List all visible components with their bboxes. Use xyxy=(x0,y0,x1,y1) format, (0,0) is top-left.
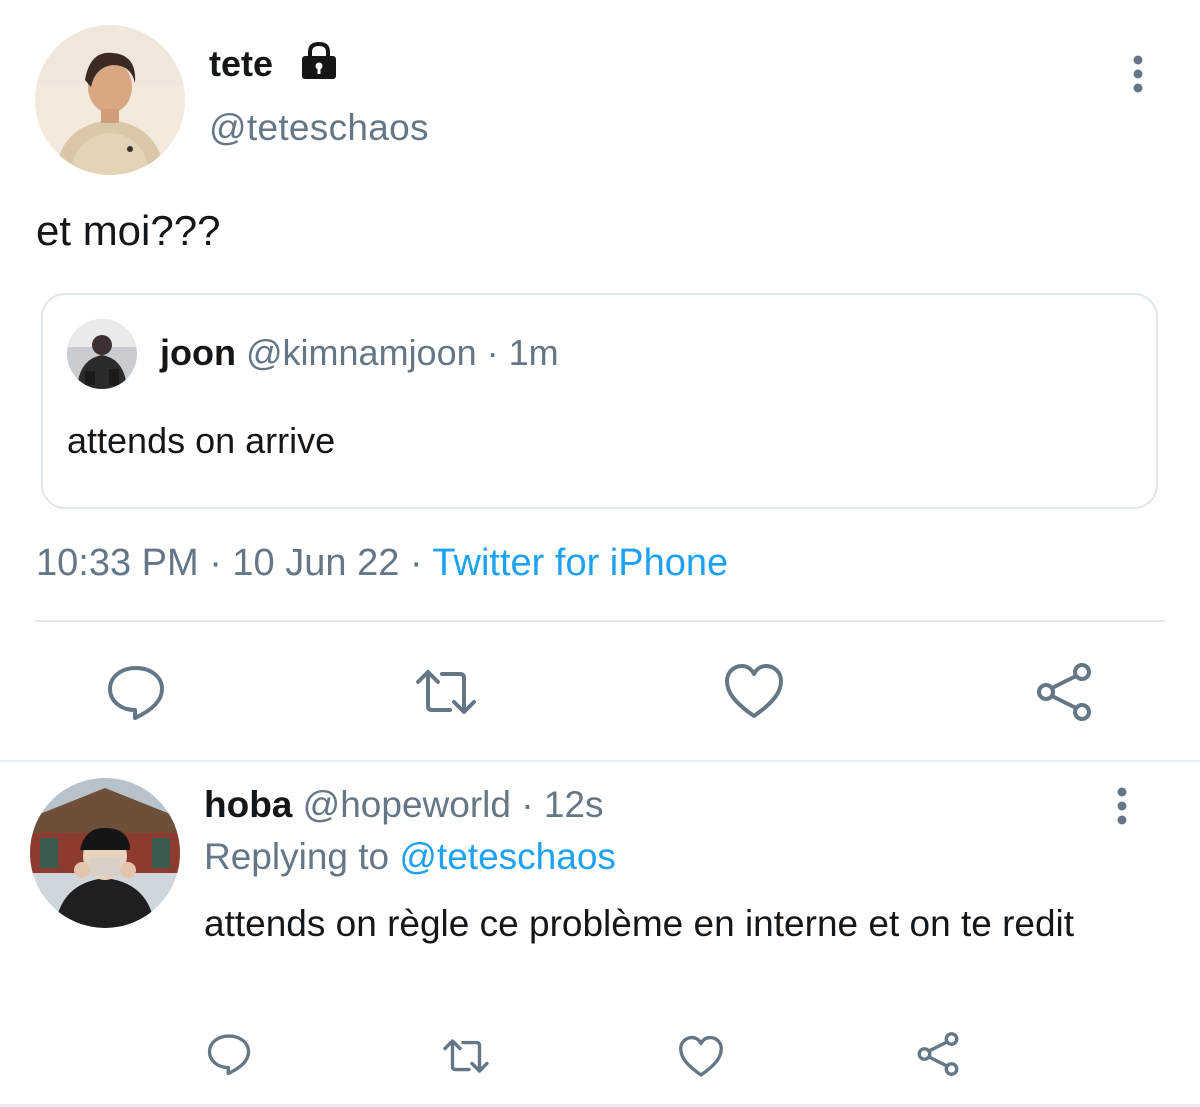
divider xyxy=(35,620,1165,622)
share-icon[interactable] xyxy=(914,1030,962,1078)
tweet-text: et moi??? xyxy=(36,207,221,254)
source-link[interactable]: Twitter for iPhone xyxy=(432,542,728,584)
heart-icon[interactable] xyxy=(677,1033,725,1081)
quoted-tweet-header: joon @kimnamjoon · 1m xyxy=(160,331,559,375)
replying-mention[interactable]: @teteschaos xyxy=(399,836,616,877)
tweet-meta: 10:33 PM · 10 Jun 22 · Twitter for iPhon… xyxy=(36,540,728,586)
quoted-display-name[interactable]: joon xyxy=(160,332,236,373)
quoted-separator: · xyxy=(476,332,509,373)
replying-prefix: Replying to xyxy=(204,836,400,877)
divider xyxy=(0,760,1200,762)
avatar-tete[interactable] xyxy=(35,25,185,175)
replying-to: Replying to @teteschaos xyxy=(204,835,616,879)
handle[interactable]: @teteschaos xyxy=(209,106,429,150)
timestamp: 10:33 PM · 10 Jun 22 · xyxy=(36,542,433,584)
heart-icon[interactable] xyxy=(722,660,786,724)
share-icon[interactable] xyxy=(1032,660,1096,724)
reply-icon[interactable] xyxy=(104,660,168,724)
quoted-tweet-card[interactable] xyxy=(41,293,1158,509)
quoted-time: 1m xyxy=(508,332,559,373)
reply-display-name[interactable]: hoba xyxy=(204,784,292,825)
reply-time: 12s xyxy=(543,784,604,825)
lock-icon xyxy=(298,41,340,81)
retweet-icon[interactable] xyxy=(440,1032,492,1080)
avatar-joon xyxy=(67,319,137,389)
reply-header: hoba @hopeworld · 12s xyxy=(204,783,604,827)
retweet-icon[interactable] xyxy=(414,660,478,724)
reply-separator: · xyxy=(510,784,544,825)
more-vertical-icon[interactable] xyxy=(1128,55,1148,93)
reply-icon[interactable] xyxy=(205,1030,253,1078)
quoted-tweet-text: attends on arrive xyxy=(67,420,336,461)
display-name[interactable]: tete xyxy=(209,42,273,86)
quoted-handle[interactable]: @kimnamjoon xyxy=(246,332,477,373)
avatar-hoba[interactable] xyxy=(30,778,180,928)
reply-text: attends on règle ce problème en interne … xyxy=(204,903,1075,944)
more-vertical-icon[interactable] xyxy=(1112,787,1132,825)
reply-handle[interactable]: @hopeworld xyxy=(303,784,511,825)
